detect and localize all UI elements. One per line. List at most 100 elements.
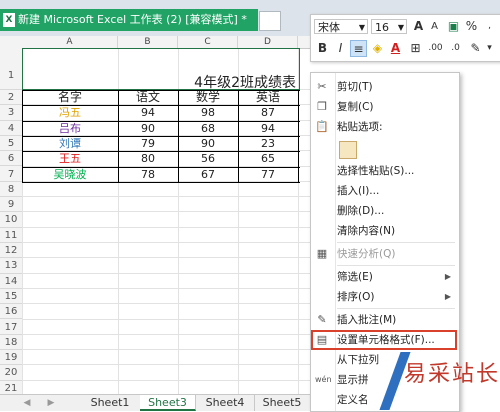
row-header[interactable]: 14	[0, 274, 22, 289]
score-cell[interactable]: 79	[118, 136, 178, 151]
row-header[interactable]: 21	[0, 381, 22, 394]
row-header[interactable]: 5	[0, 136, 22, 152]
score-cell[interactable]: 90	[118, 121, 178, 136]
document-tab-title: 新建 Microsoft Excel 工作表 (2) [兼容模式] *	[18, 13, 247, 26]
row-header[interactable]: 2	[0, 90, 22, 106]
context-menu-item[interactable]	[311, 137, 457, 161]
bold-button[interactable]: B	[314, 40, 331, 57]
student-name-cell[interactable]: 冯五	[22, 105, 118, 120]
score-cell[interactable]: 68	[178, 121, 238, 136]
new-tab-button[interactable]	[259, 11, 281, 31]
row-header[interactable]: 3	[0, 105, 22, 121]
context-menu-item[interactable]: ▤ 设置单元格格式(F)...	[311, 330, 457, 350]
copy-icon: ❐	[317, 100, 327, 113]
context-menu-label: 选择性粘贴(S)...	[337, 165, 415, 177]
context-menu-item[interactable]: 清除内容(N)	[311, 221, 457, 241]
sheet-title-cell[interactable]: 4年级2班成绩表	[22, 72, 300, 92]
borders-icon[interactable]: ⊞	[407, 40, 424, 57]
context-menu-item[interactable]: 📋 粘贴选项:	[311, 117, 457, 137]
context-menu-item[interactable]: 筛选(E) ▶	[311, 267, 457, 287]
row-header[interactable]: 10	[0, 212, 22, 228]
tab-scroll-right-icon[interactable]: ▶	[44, 397, 58, 409]
gridline	[22, 303, 310, 305]
context-menu-item[interactable]: 插入(I)...	[311, 181, 457, 201]
score-cell[interactable]: 80	[118, 151, 178, 166]
fill-color-icon[interactable]: ◈	[369, 40, 386, 57]
context-menu-item[interactable]: ✂ 剪切(T)	[311, 77, 457, 97]
context-menu-item[interactable]: 删除(D)...	[311, 201, 457, 221]
sheet-tab[interactable]: Sheet3	[140, 395, 196, 411]
menu-separator	[337, 242, 455, 243]
score-cell[interactable]: 87	[238, 105, 298, 120]
row-header[interactable]: 9	[0, 197, 22, 213]
row-header[interactable]: 4	[0, 121, 22, 136]
document-tab[interactable]: X 新建 Microsoft Excel 工作表 (2) [兼容模式] *	[0, 9, 258, 31]
shrink-font-button[interactable]: A	[426, 18, 443, 35]
format-cells-icon: ▤	[316, 333, 328, 346]
context-menu-label: 从下拉列	[337, 354, 379, 366]
row-header[interactable]: 11	[0, 228, 22, 243]
comma-style-icon[interactable]: ,	[481, 18, 498, 35]
table-header-cell[interactable]: 名字	[22, 90, 118, 105]
student-name-cell[interactable]: 吕布	[22, 121, 118, 136]
score-cell[interactable]: 56	[178, 151, 238, 166]
context-menu-label: 清除内容(N)	[337, 225, 396, 237]
table-header-cell[interactable]: 语文	[118, 90, 178, 105]
context-menu-item[interactable]: ❐ 复制(C)	[311, 97, 457, 117]
row-header[interactable]: 1	[0, 48, 22, 90]
chevron-down-icon[interactable]: ▾	[481, 40, 498, 57]
student-name-cell[interactable]: 吴晓波	[22, 167, 118, 182]
paste-option-icon	[339, 141, 357, 159]
row-header[interactable]: 18	[0, 335, 22, 351]
score-cell[interactable]: 90	[178, 136, 238, 151]
sheet-tab[interactable]: Sheet4	[196, 395, 255, 411]
row-header[interactable]: 7	[0, 167, 22, 182]
table-header-cell[interactable]: 数学	[178, 90, 238, 105]
context-menu-item[interactable]: 选择性粘贴(S)...	[311, 161, 457, 181]
font-color-icon[interactable]: A	[387, 40, 404, 57]
gridline	[22, 287, 310, 289]
grow-font-icon: A	[413, 19, 424, 33]
font-name-box[interactable]: 宋体 ▼	[314, 19, 368, 34]
score-cell[interactable]: 94	[238, 121, 298, 136]
increase-decimal-icon[interactable]: .00	[427, 40, 444, 57]
chevron-down-icon: ▼	[397, 23, 404, 32]
score-cell[interactable]: 98	[178, 105, 238, 120]
row-header[interactable]: 13	[0, 258, 22, 274]
sheet-tab[interactable]: Sheet5	[254, 395, 311, 411]
score-cell[interactable]: 67	[178, 167, 238, 182]
sheet-tab[interactable]: Sheet1	[80, 395, 141, 411]
italic-button[interactable]: I	[332, 40, 349, 57]
score-cell[interactable]: 78	[118, 167, 178, 182]
font-name-value: 宋体	[318, 21, 340, 34]
context-menu-label: 插入批注(M)	[337, 314, 397, 326]
row-header[interactable]: 16	[0, 304, 22, 320]
tab-scroll-left-icon[interactable]: ◀	[20, 397, 34, 409]
row-header[interactable]: 15	[0, 289, 22, 305]
row-header[interactable]: 6	[0, 151, 22, 167]
font-size-box[interactable]: 16 ▼	[371, 19, 407, 34]
row-header[interactable]: 12	[0, 243, 22, 259]
grow-font-button[interactable]: A	[410, 18, 427, 35]
score-cell[interactable]: 77	[238, 167, 298, 182]
table-header-cell[interactable]: 英语	[238, 90, 298, 105]
student-name-cell[interactable]: 刘谭	[22, 136, 118, 151]
context-menu-label: 插入(I)...	[337, 185, 380, 197]
paste-icon: 📋	[315, 120, 329, 133]
row-header[interactable]: 20	[0, 365, 22, 381]
percent-button[interactable]: %	[463, 18, 480, 35]
context-menu-item[interactable]: ✎ 插入批注(M)	[311, 310, 457, 330]
score-cell[interactable]: 65	[238, 151, 298, 166]
row-header[interactable]: 8	[0, 182, 22, 198]
row-header[interactable]: 17	[0, 320, 22, 335]
row-header[interactable]: 19	[0, 350, 22, 366]
align-center-icon[interactable]: ≡	[350, 40, 367, 57]
context-menu-label: 定义名	[337, 394, 369, 406]
context-menu-item[interactable]: 排序(O) ▶	[311, 287, 457, 307]
score-cell[interactable]: 23	[238, 136, 298, 151]
decrease-decimal-icon[interactable]: .0	[447, 40, 464, 57]
score-cell[interactable]: 94	[118, 105, 178, 120]
cell-style-icon[interactable]: ▣	[445, 18, 462, 35]
student-name-cell[interactable]: 王五	[22, 151, 118, 166]
worksheet[interactable]: ABCD 名字 语文 数学 英语 冯五 94 98 87 吕布 90 68 94 刘谭 79 90 23 王五 8…	[0, 36, 310, 394]
